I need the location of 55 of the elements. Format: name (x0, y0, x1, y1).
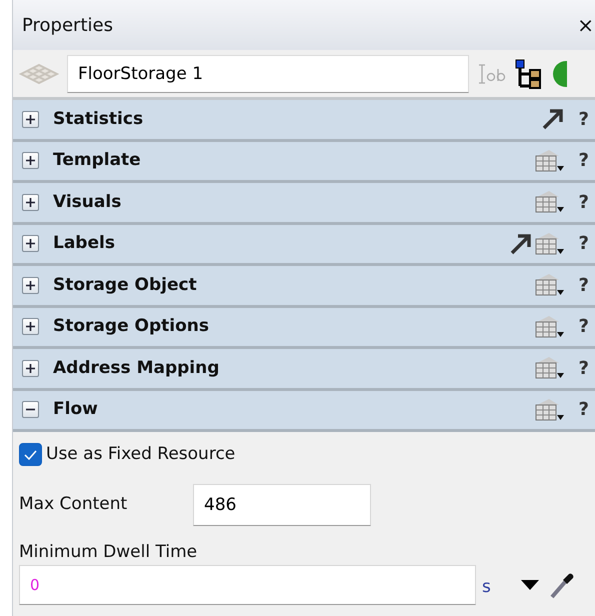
arrow-icon[interactable] (540, 107, 565, 132)
table-menu-icon[interactable] (532, 272, 565, 298)
help-button[interactable]: ? (578, 106, 589, 133)
section-label: Flow (53, 398, 99, 421)
section-label: Visuals (53, 190, 122, 214)
expand-icon[interactable] (22, 318, 39, 336)
name-field[interactable]: FloorStorage 1 (67, 54, 469, 92)
section-header[interactable]: Storage Options ? (13, 308, 595, 349)
section-label: Labels (53, 232, 116, 255)
help-button[interactable]: ? (578, 396, 589, 424)
expand-icon[interactable] (22, 360, 39, 377)
help-button[interactable]: ? (578, 272, 589, 299)
table-menu-icon[interactable] (532, 189, 565, 216)
table-menu-icon[interactable] (532, 230, 565, 257)
table-menu-icon[interactable] (532, 148, 565, 174)
collapse-icon[interactable] (22, 401, 39, 418)
unit-label: s (482, 576, 491, 600)
section-label: Storage Object (53, 274, 198, 296)
input-field[interactable]: 0 (19, 565, 476, 605)
help-button[interactable]: ? (578, 230, 589, 258)
section-header[interactable]: Template ? (13, 142, 595, 183)
expand-icon[interactable] (22, 235, 39, 252)
expand-icon[interactable] (22, 276, 39, 294)
expand-icon[interactable] (22, 110, 39, 128)
section-header[interactable]: Visuals ? (13, 183, 595, 224)
field-label: Minimum Dwell Time (19, 540, 198, 564)
table-menu-icon[interactable] (532, 355, 565, 382)
section-header[interactable]: Storage Object ? (13, 266, 595, 308)
help-button[interactable]: ? (578, 188, 589, 216)
panel-title: Properties (22, 14, 113, 38)
field-label: Max Content (19, 492, 128, 516)
section-label: Storage Options (53, 315, 210, 338)
arrow-icon[interactable] (508, 232, 533, 256)
table-menu-icon[interactable] (532, 396, 565, 423)
expand-icon[interactable] (22, 152, 39, 170)
help-button[interactable]: ? (578, 354, 589, 382)
help-button[interactable]: ? (578, 147, 589, 174)
help-button[interactable]: ? (578, 313, 589, 340)
section-label: Statistics (53, 108, 144, 130)
section-header[interactable]: Flow ? (13, 390, 595, 432)
section-header[interactable]: Labels ? (13, 224, 595, 266)
checkbox[interactable] (19, 443, 42, 466)
table-menu-icon[interactable] (532, 314, 565, 340)
section-header[interactable]: Statistics ? (13, 100, 595, 142)
dropdown-icon[interactable] (520, 580, 539, 590)
input-field[interactable]: 486 (193, 484, 371, 526)
tree-icon[interactable] (515, 58, 543, 88)
section-label: Template (53, 149, 142, 172)
section-label: Address Mapping (53, 356, 220, 380)
floor-grid-icon (19, 62, 59, 84)
close-button[interactable]: × (577, 15, 594, 35)
expand-icon[interactable] (22, 194, 39, 211)
section-header[interactable]: Address Mapping ? (13, 349, 595, 390)
checkmark-icon (24, 450, 37, 460)
checkbox-label: Use as Fixed Resource (46, 443, 236, 466)
